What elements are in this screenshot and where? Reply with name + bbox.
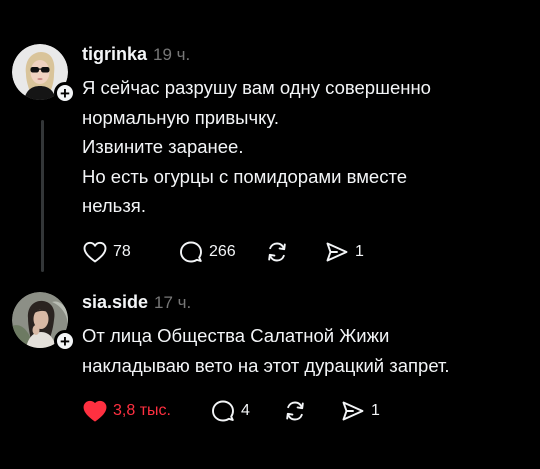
repost-icon — [268, 242, 286, 262]
thread-line — [41, 120, 44, 272]
share-button[interactable]: 1 — [340, 399, 380, 423]
text-line: Но есть огурцы с помидорами вместе — [82, 165, 408, 187]
username[interactable]: sia.side — [82, 292, 148, 313]
like-button[interactable]: 3,8 тыс. — [82, 399, 210, 423]
reply-button[interactable]: 4 — [210, 399, 282, 423]
avatar-container[interactable]: + — [12, 292, 76, 352]
like-button[interactable]: 78 — [82, 240, 178, 264]
like-count: 3,8 тыс. — [113, 402, 171, 419]
action-bar: 3,8 тыс. 4 1 — [82, 396, 380, 426]
reply-button[interactable]: 266 — [178, 240, 264, 264]
like-count: 78 — [113, 243, 131, 260]
username[interactable]: tigrinka — [82, 44, 147, 65]
follow-plus-button[interactable]: + — [54, 82, 76, 104]
action-bar: 78 266 1 — [82, 237, 364, 267]
text-line: нельзя. — [82, 195, 146, 216]
avatar-container[interactable]: + — [12, 44, 76, 104]
text-line: Я сейчас разрушу вам одну совершенно — [82, 77, 431, 98]
post-text: Я сейчас разрушу вам одну совершенно нор… — [82, 73, 431, 221]
comment-icon — [212, 400, 234, 422]
follow-plus-button[interactable]: + — [54, 330, 76, 352]
text-line: нормальную привычку. — [82, 106, 279, 128]
timestamp[interactable]: 19 ч. — [153, 45, 190, 65]
timestamp[interactable]: 17 ч. — [154, 293, 191, 313]
reply-count: 266 — [209, 243, 236, 260]
post-header: tigrinka 19 ч. — [82, 44, 190, 65]
repost-button[interactable] — [264, 240, 324, 264]
send-icon — [326, 242, 348, 262]
post-header: sia.side 17 ч. — [82, 292, 191, 313]
share-count: 1 — [371, 402, 380, 419]
comment-icon — [180, 241, 202, 263]
repost-icon — [286, 401, 304, 421]
post-text: От лица Общества Салатной Жижи накладыва… — [82, 321, 450, 380]
share-button[interactable]: 1 — [324, 240, 364, 264]
share-count: 1 — [355, 243, 364, 260]
repost-button[interactable] — [282, 399, 340, 423]
heart-filled-icon — [83, 400, 107, 422]
text-line: накладываю вето на этот дурацкий запрет. — [82, 354, 450, 376]
text-line: От лица Общества Салатной Жижи — [82, 325, 390, 346]
heart-icon — [83, 241, 107, 263]
send-icon — [342, 401, 364, 421]
reply-count: 4 — [241, 402, 250, 419]
text-line: Извините заранее. — [82, 136, 244, 157]
